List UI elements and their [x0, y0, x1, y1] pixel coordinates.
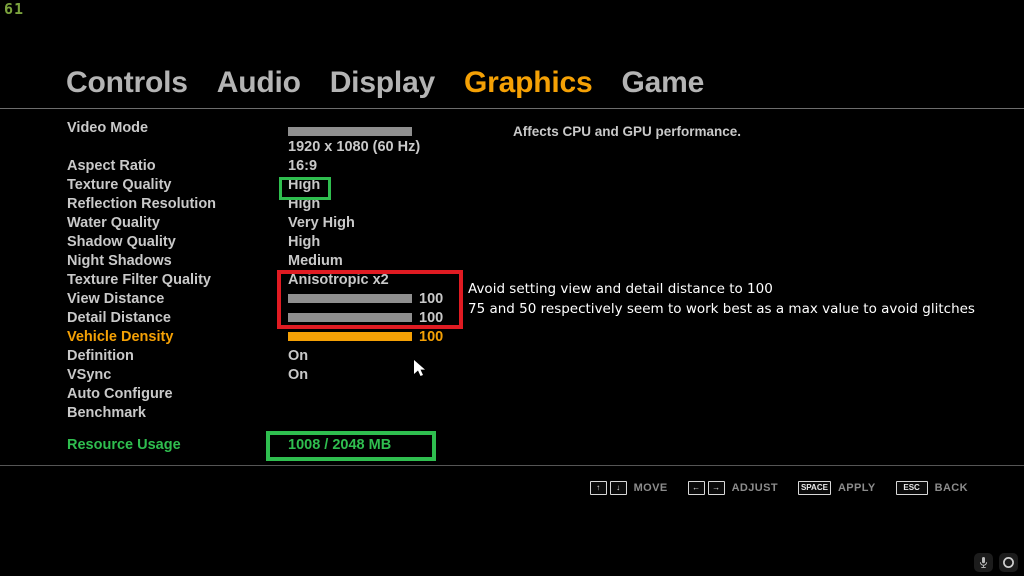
- overlay-corner-buttons: [974, 553, 1018, 572]
- setting-label: View Distance: [67, 290, 165, 307]
- annotation-green-box-resource-usage: [266, 431, 436, 461]
- setting-row-vsync[interactable]: VSync On: [0, 365, 1024, 384]
- setting-value: Very High: [288, 214, 355, 231]
- setting-row-auto-configure[interactable]: Auto Configure: [0, 384, 1024, 403]
- setting-value: 1920 x 1080 (60 Hz): [288, 138, 421, 155]
- setting-slider-fill: [288, 332, 412, 341]
- settings-list: Video Mode 1920 x 1080 (60 Hz) Aspect Rati…: [0, 118, 1024, 422]
- setting-label: Aspect Ratio: [67, 157, 156, 174]
- keycap-icon: ESC: [895, 481, 928, 495]
- setting-value: On: [288, 366, 309, 383]
- hint-label: MOVE: [633, 482, 668, 494]
- resource-usage-row: Resource Usage 1008 / 2048 MB: [0, 436, 1024, 458]
- hint-label: ADJUST: [731, 482, 778, 494]
- keycap-icon: →: [707, 481, 725, 495]
- setting-label: Definition: [67, 347, 134, 364]
- annotation-green-box-texture-quality: [279, 177, 331, 200]
- key-hints-bar: ↑ ↓ MOVE ← → ADJUST SPACE APPLY ESC BACK: [0, 479, 1024, 497]
- setting-label: Texture Quality: [67, 176, 172, 193]
- setting-row-definition[interactable]: Definition On: [0, 346, 1024, 365]
- microphone-button[interactable]: [974, 553, 993, 572]
- annotation-text-line1: Avoid setting view and detail distance t…: [468, 281, 773, 297]
- microphone-icon: [978, 556, 989, 569]
- annotation-red-box-distances: [277, 270, 463, 329]
- annotation-text: Avoid setting view and detail distance t…: [468, 279, 975, 319]
- tab-controls[interactable]: Controls: [66, 66, 188, 100]
- setting-row-aspect-ratio[interactable]: Aspect Ratio 16:9: [0, 156, 1024, 175]
- setting-row-night-shadows[interactable]: Night Shadows Medium: [0, 251, 1024, 270]
- hint-apply: SPACE APPLY: [797, 481, 876, 495]
- fps-counter: 61: [4, 0, 25, 18]
- hint-label: APPLY: [837, 482, 876, 494]
- keycap-icon: ↓: [609, 481, 627, 495]
- footer-divider: [0, 465, 1024, 466]
- setting-label: Detail Distance: [67, 309, 171, 326]
- setting-row-vehicle-density[interactable]: Vehicle Density 100: [0, 327, 1024, 346]
- setting-value: Medium: [288, 252, 343, 269]
- tab-graphics[interactable]: Graphics: [464, 66, 593, 100]
- keycap-icon: ←: [687, 481, 705, 495]
- keycap-icon: ↑: [589, 481, 607, 495]
- setting-value: 16:9: [288, 157, 318, 174]
- header-divider: [0, 108, 1024, 109]
- resource-usage-label: Resource Usage: [67, 437, 181, 453]
- hint-adjust: ← → ADJUST: [687, 481, 778, 495]
- setting-label: Video Mode: [67, 119, 149, 136]
- setting-row-benchmark[interactable]: Benchmark: [0, 403, 1024, 422]
- hint-move: ↑ ↓ MOVE: [589, 481, 668, 495]
- hint-back: ESC BACK: [895, 481, 968, 495]
- tab-game[interactable]: Game: [622, 66, 705, 100]
- setting-row-shadow-quality[interactable]: Shadow Quality High: [0, 232, 1024, 251]
- record-button[interactable]: [999, 553, 1018, 572]
- setting-label: Vehicle Density: [67, 328, 174, 345]
- setting-label: Shadow Quality: [67, 233, 176, 250]
- setting-label: Benchmark: [67, 404, 146, 421]
- video-mode-slider[interactable]: [288, 127, 412, 136]
- setting-row-video-mode[interactable]: Video Mode: [0, 118, 1024, 137]
- setting-row-1920-x-1080-60-hz[interactable]: 1920 x 1080 (60 Hz): [0, 137, 1024, 156]
- keycap-icon: SPACE: [797, 481, 831, 495]
- setting-label: Water Quality: [67, 214, 160, 231]
- setting-row-reflection-resolution[interactable]: Reflection Resolution High: [0, 194, 1024, 213]
- setting-label: Texture Filter Quality: [67, 271, 211, 288]
- setting-label: Auto Configure: [67, 385, 173, 402]
- setting-row-water-quality[interactable]: Water Quality Very High: [0, 213, 1024, 232]
- tab-display[interactable]: Display: [330, 66, 436, 100]
- setting-label: Reflection Resolution: [67, 195, 217, 212]
- hint-label: BACK: [934, 482, 968, 494]
- record-circle-icon: [1002, 556, 1015, 569]
- setting-label: Night Shadows: [67, 252, 172, 269]
- tab-audio[interactable]: Audio: [217, 66, 301, 100]
- annotation-text-line2: 75 and 50 respectively seem to work best…: [468, 301, 975, 317]
- game-options-screen: 61 Controls Audio Display Graphics Game Affe…: [0, 0, 1024, 576]
- settings-tab-bar: Controls Audio Display Graphics Game: [0, 58, 1024, 108]
- setting-value: On: [288, 347, 309, 364]
- setting-label: VSync: [67, 366, 112, 383]
- setting-slider-value: 100: [419, 328, 444, 345]
- setting-value: High: [288, 233, 321, 250]
- setting-row-texture-quality[interactable]: Texture Quality High: [0, 175, 1024, 194]
- setting-slider[interactable]: [288, 332, 412, 341]
